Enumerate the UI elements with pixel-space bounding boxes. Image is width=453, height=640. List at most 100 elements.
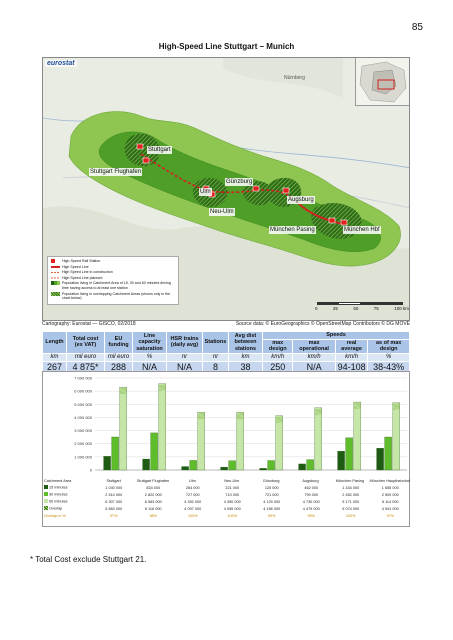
unit-cell: km bbox=[42, 352, 67, 362]
data-cell: 4 392 000 bbox=[184, 499, 202, 504]
y-tick-label: 6 000 000 bbox=[74, 389, 93, 394]
data-row-15min: 15 minutes 1 040 000 834 000 264 000 221… bbox=[42, 484, 410, 491]
unit-cell: km/h bbox=[261, 352, 294, 362]
bar-30-minutes bbox=[150, 432, 158, 471]
bar-30-minutes bbox=[189, 460, 197, 471]
unit-cell: nr bbox=[202, 352, 229, 362]
row-label: Overlap in % bbox=[44, 513, 66, 518]
data-cell: 97% bbox=[386, 513, 395, 518]
data-cell: 100% bbox=[345, 513, 356, 518]
page-title: High-Speed Line Stuttgart – Munich bbox=[158, 42, 295, 51]
station-marker-icon bbox=[51, 259, 55, 263]
y-tick-label: 3 000 000 bbox=[74, 428, 93, 433]
dash-swatch-icon bbox=[51, 271, 60, 274]
header-avg-dist: Avg dist between stations bbox=[228, 331, 263, 354]
label-augsburg: Augsburg bbox=[287, 196, 315, 204]
y-tick-label: 7 000 000 bbox=[74, 376, 93, 381]
scale-tick: 0 bbox=[315, 306, 318, 311]
data-cell: 5 074 000 bbox=[342, 506, 360, 511]
bar-30-minutes bbox=[384, 436, 392, 471]
data-cell: 462 000 bbox=[304, 485, 319, 490]
page-number: 85 bbox=[411, 22, 423, 33]
legend-label: High Speed Line in construction bbox=[62, 270, 113, 275]
data-cell: 790 000 bbox=[304, 492, 319, 497]
data-cell: 6 563 000 bbox=[144, 499, 162, 504]
label-stuttgart: Stuttgart bbox=[147, 146, 172, 154]
line-swatch-icon bbox=[51, 266, 60, 268]
legend-label: High Speed Line bbox=[62, 264, 89, 269]
bar-60-minutes bbox=[314, 407, 322, 471]
header-total-cost: Total cost (ex VAT) bbox=[66, 331, 105, 354]
header-eu-funding: EU funding bbox=[104, 331, 133, 354]
bar-60-minutes bbox=[158, 383, 166, 471]
locator-inset-map bbox=[355, 58, 409, 106]
bar-15-minutes bbox=[337, 451, 345, 471]
data-cell: 4 390 000 bbox=[223, 499, 241, 504]
bar-60-minutes bbox=[275, 415, 283, 471]
bar-30-minutes bbox=[306, 459, 314, 471]
data-cell: 727 000 bbox=[185, 492, 200, 497]
bar-60-minutes bbox=[353, 401, 361, 471]
bar-30-minutes bbox=[345, 437, 353, 471]
bar-60-minutes bbox=[392, 402, 400, 471]
overlap-swatch-icon bbox=[51, 291, 60, 296]
data-table-corner: Catchment Area bbox=[44, 478, 72, 483]
catchment-data-table: Catchment Area Stuttgart Stuttgart Flugh… bbox=[42, 477, 410, 519]
data-cell: 4 095 000 bbox=[223, 506, 241, 511]
station-stuttgart-flughafen bbox=[142, 157, 150, 164]
data-cell: 4 129 000 bbox=[263, 499, 281, 504]
data-cell: 721 000 bbox=[264, 492, 279, 497]
scale-tick: 50 bbox=[353, 306, 359, 311]
header-hsr-trains: HSR trains (daily avg) bbox=[166, 331, 203, 354]
data-cell: 6 307 000 bbox=[105, 499, 123, 504]
y-tick-label: 5 000 000 bbox=[74, 402, 93, 407]
bar-15-minutes bbox=[220, 466, 228, 471]
station-munchen-hbf bbox=[340, 219, 348, 226]
scale-bar: 0 25 50 75 100 km bbox=[315, 302, 409, 316]
bar-15-minutes bbox=[298, 463, 306, 471]
legend-item: Population living in Catchment Area of 1… bbox=[51, 281, 175, 290]
data-cell: 2 452 000 bbox=[342, 492, 360, 497]
label-neu-ulm: Neu-Ulm bbox=[209, 208, 235, 216]
data-cell: 99% bbox=[307, 513, 316, 518]
legend-item: High-Speed Rail Station bbox=[51, 259, 175, 264]
unit-cell: % bbox=[132, 352, 167, 362]
header-real-average: real average bbox=[334, 338, 369, 354]
station-munchen-pasing bbox=[328, 217, 336, 224]
data-cell: 4 730 000 bbox=[302, 499, 320, 504]
y-tick-label: 0 bbox=[90, 468, 93, 473]
header-speeds: Speeds bbox=[262, 331, 410, 340]
unit-cell: km bbox=[228, 352, 263, 362]
source-credit: Source data: © EuroGeographics © OpenStr… bbox=[235, 321, 410, 327]
unit-cell: % bbox=[367, 352, 410, 362]
label-ulm: Ulm bbox=[199, 188, 212, 196]
category-label: München Hauptbahnhof bbox=[369, 478, 411, 483]
data-cell: 4 156 000 bbox=[263, 506, 281, 511]
data-cell: 97% bbox=[109, 513, 118, 518]
data-cell: 5 863 000 bbox=[105, 506, 123, 511]
label-stuttgart-flughafen: Stuttgart Flughafen bbox=[89, 168, 143, 176]
data-cell: 1 655 000 bbox=[381, 485, 399, 490]
header-stations: Stations bbox=[202, 331, 229, 354]
chart-canvas: 0 1 000 000 2 000 000 3 000 000 4 000 000 5 0… bbox=[74, 376, 407, 473]
data-cell: 99% bbox=[267, 513, 276, 518]
scale-tick: 75 bbox=[373, 306, 379, 311]
data-cell: 4 097 000 bbox=[184, 506, 202, 511]
category-label: Augsburg bbox=[302, 478, 319, 483]
row-label: 15 minutes bbox=[42, 485, 94, 490]
station-augsburg bbox=[282, 187, 290, 194]
cartography-credit: Cartography: Eurostat — GISCO, 02/2018 bbox=[42, 321, 136, 327]
data-cell: 2 509 000 bbox=[381, 492, 399, 497]
bar-60-minutes bbox=[119, 386, 127, 471]
series-30-icon bbox=[44, 492, 48, 497]
overlap-icon bbox=[44, 506, 48, 511]
category-label: Stuttgart Flughafen bbox=[136, 478, 170, 483]
data-cell: 834 000 bbox=[146, 485, 161, 490]
data-row-60min: 60 minutes 6 307 000 6 563 000 4 392 000… bbox=[42, 498, 410, 505]
data-cell: 2 510 000 bbox=[105, 492, 123, 497]
data-cell: 125 000 bbox=[264, 485, 279, 490]
planned-swatch-icon bbox=[51, 277, 60, 279]
y-tick-label: 2 000 000 bbox=[74, 441, 93, 446]
data-cell: 100% bbox=[227, 513, 238, 518]
category-label: Neu-Ulm bbox=[224, 478, 240, 483]
